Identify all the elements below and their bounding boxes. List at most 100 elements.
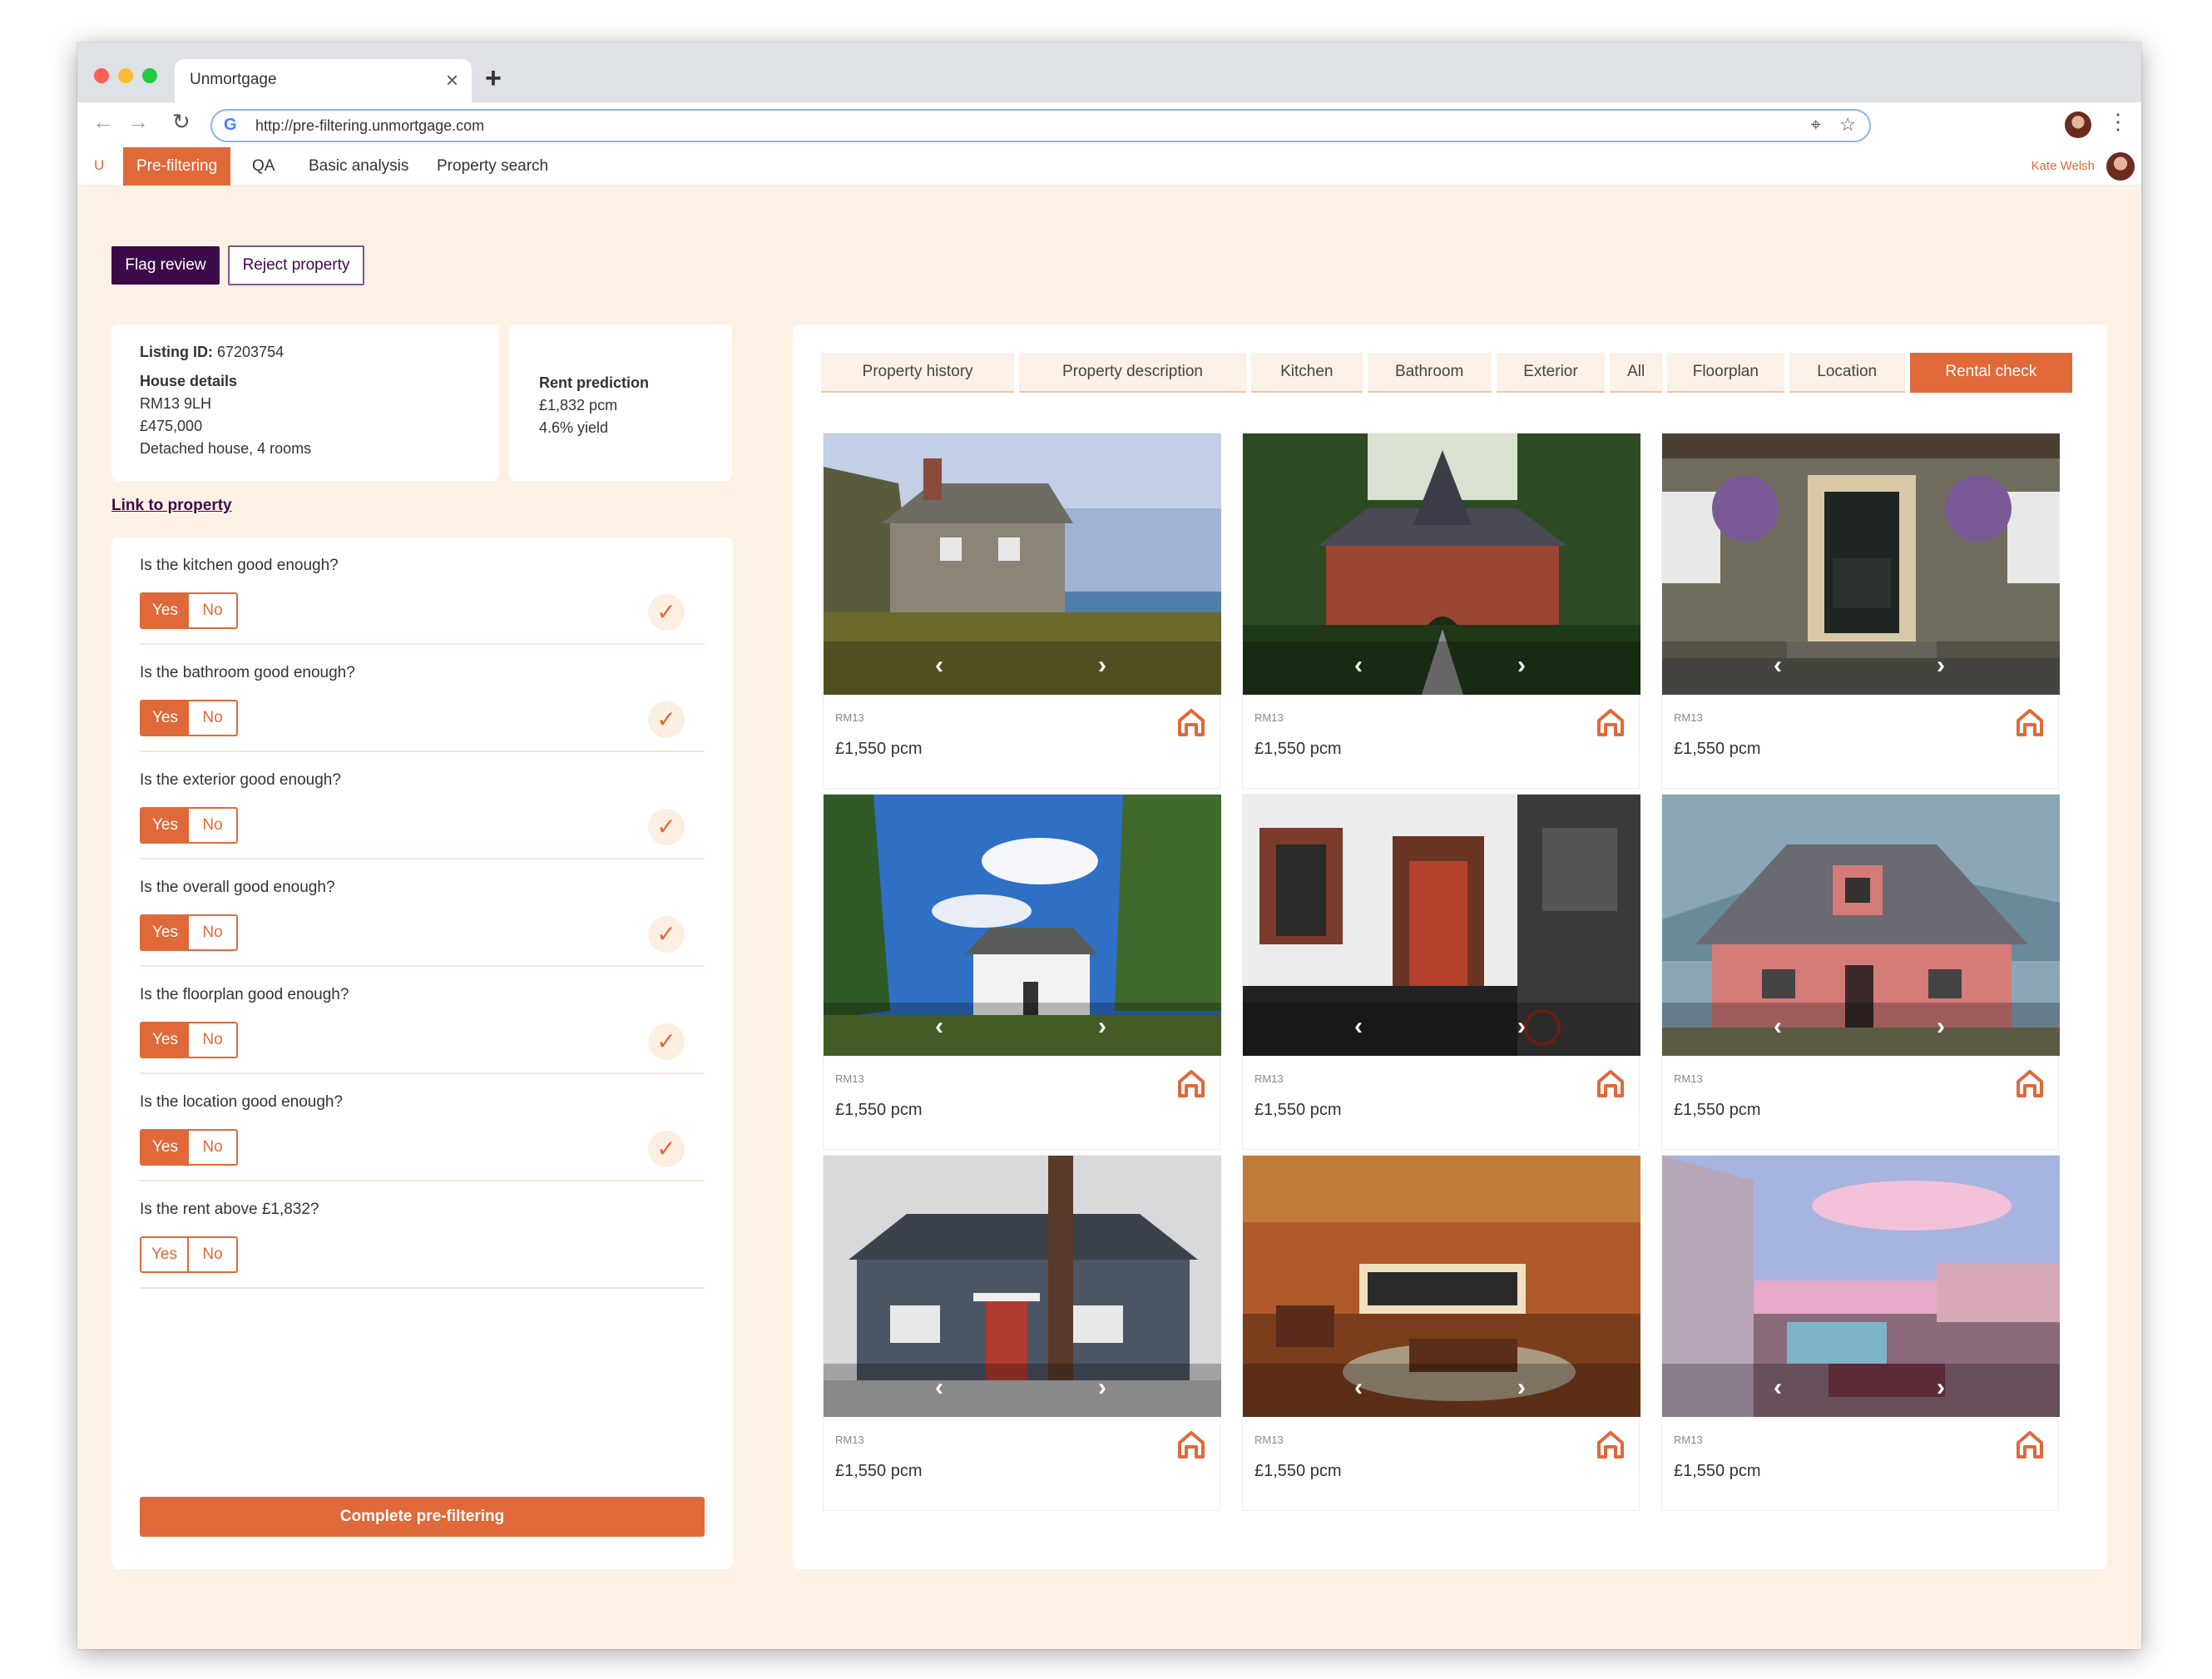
browser-tab[interactable]: Unmortgage × bbox=[175, 59, 472, 102]
tab-kitchen[interactable]: Kitchen bbox=[1250, 353, 1363, 393]
carousel-prev-icon[interactable]: ‹ bbox=[1354, 1374, 1363, 1402]
no-button[interactable]: No bbox=[189, 1131, 236, 1164]
carousel-next-icon[interactable]: › bbox=[1937, 651, 1945, 680]
tab-location[interactable]: Location bbox=[1789, 353, 1905, 393]
nav-item-basic-analysis[interactable]: Basic analysis bbox=[295, 147, 422, 186]
carousel-prev-icon[interactable]: ‹ bbox=[935, 651, 943, 680]
minimize-window-icon[interactable] bbox=[118, 68, 133, 83]
listing-card[interactable]: ‹ › RM13 £1,550 pcm bbox=[1661, 1155, 2060, 1511]
tab-exterior[interactable]: Exterior bbox=[1496, 353, 1606, 393]
question-text: Is the rent above £1,832? bbox=[140, 1201, 319, 1218]
close-window-icon[interactable] bbox=[94, 68, 109, 83]
profile-avatar[interactable] bbox=[2065, 111, 2091, 138]
home-outline-icon[interactable] bbox=[1175, 706, 1208, 744]
listing-photo[interactable]: ‹ › bbox=[824, 433, 1221, 695]
listing-card[interactable]: ‹ › RM13 £1,550 pcm bbox=[823, 1155, 1221, 1511]
carousel-next-icon[interactable]: › bbox=[1937, 1013, 1945, 1041]
carousel-prev-icon[interactable]: ‹ bbox=[1354, 651, 1363, 680]
home-outline-icon[interactable] bbox=[1594, 706, 1627, 744]
listing-card[interactable]: ‹ › RM13 £1,550 pcm bbox=[1242, 433, 1640, 789]
carousel-next-icon[interactable]: › bbox=[1517, 651, 1526, 680]
flag-review-button[interactable]: Flag review bbox=[111, 246, 220, 285]
tab-all[interactable]: All bbox=[1610, 353, 1662, 393]
listing-photo[interactable]: ‹ › bbox=[824, 795, 1221, 1056]
tab-property-history[interactable]: Property history bbox=[821, 353, 1015, 393]
tab-floorplan[interactable]: Floorplan bbox=[1666, 353, 1784, 393]
carousel-prev-icon[interactable]: ‹ bbox=[935, 1013, 943, 1041]
carousel-prev-icon[interactable]: ‹ bbox=[1774, 1013, 1782, 1041]
tab-rental-check[interactable]: Rental check bbox=[1909, 353, 2073, 393]
maximize-window-icon[interactable] bbox=[142, 68, 157, 83]
listing-card[interactable]: ‹ › RM13 £1,550 pcm bbox=[823, 794, 1221, 1150]
tab-close-icon[interactable]: × bbox=[446, 67, 458, 93]
listing-photo[interactable]: ‹ › bbox=[824, 1156, 1221, 1417]
check-icon: ✓ bbox=[648, 916, 685, 953]
home-outline-icon[interactable] bbox=[2013, 1429, 2046, 1466]
listing-photo[interactable]: ‹ › bbox=[1662, 1156, 2060, 1417]
url-text[interactable]: http://pre-filtering.unmortgage.com bbox=[255, 117, 484, 135]
listing-card[interactable]: ‹ › RM13 £1,550 pcm bbox=[823, 433, 1221, 789]
carousel-prev-icon[interactable]: ‹ bbox=[1354, 1013, 1363, 1041]
tab-property-description[interactable]: Property description bbox=[1019, 353, 1246, 393]
listing-card[interactable]: ‹ › RM13 £1,550 pcm bbox=[1242, 794, 1640, 1150]
unmortgage-logo[interactable]: U bbox=[94, 157, 104, 174]
check-icon: ✓ bbox=[648, 594, 685, 631]
location-target-icon[interactable]: ⌖ bbox=[1811, 114, 1821, 136]
no-button[interactable]: No bbox=[189, 701, 236, 735]
listing-card[interactable]: ‹ › RM13 £1,550 pcm bbox=[1242, 1155, 1640, 1511]
carousel-next-icon[interactable]: › bbox=[1517, 1374, 1526, 1402]
carousel-next-icon[interactable]: › bbox=[1937, 1374, 1945, 1402]
home-outline-icon[interactable] bbox=[1175, 1067, 1208, 1105]
reload-icon[interactable]: ↻ bbox=[172, 109, 191, 135]
carousel-next-icon[interactable]: › bbox=[1517, 1013, 1526, 1041]
link-to-property[interactable]: Link to property bbox=[111, 497, 232, 515]
back-arrow-icon[interactable]: ← bbox=[92, 109, 114, 135]
yes-button[interactable]: Yes bbox=[141, 594, 189, 627]
yes-button[interactable]: Yes bbox=[141, 1023, 189, 1057]
yes-button[interactable]: Yes bbox=[141, 916, 189, 949]
user-name[interactable]: Kate Welsh bbox=[2031, 159, 2095, 173]
listing-photo[interactable]: ‹ › bbox=[1243, 433, 1640, 695]
home-outline-icon[interactable] bbox=[1594, 1067, 1627, 1105]
carousel-prev-icon[interactable]: ‹ bbox=[1774, 651, 1782, 680]
browser-menu-icon[interactable]: ⋮ bbox=[2107, 109, 2129, 135]
forward-arrow-icon[interactable]: → bbox=[127, 109, 149, 135]
nav-item-qa[interactable]: QA bbox=[239, 147, 288, 186]
listing-card[interactable]: ‹ › RM13 £1,550 pcm bbox=[1661, 433, 2060, 789]
carousel-next-icon[interactable]: › bbox=[1098, 1374, 1106, 1402]
home-outline-icon[interactable] bbox=[2013, 706, 2046, 744]
yes-button[interactable]: Yes bbox=[141, 701, 189, 735]
home-outline-icon[interactable] bbox=[1594, 1429, 1627, 1466]
user-avatar[interactable] bbox=[2106, 152, 2135, 181]
yes-button[interactable]: Yes bbox=[141, 1238, 189, 1271]
listing-card[interactable]: ‹ › RM13 £1,550 pcm bbox=[1661, 794, 2060, 1150]
no-button[interactable]: No bbox=[189, 809, 236, 842]
rent-prediction-label: Rent prediction bbox=[539, 374, 650, 391]
yes-button[interactable]: Yes bbox=[141, 809, 189, 842]
carousel-next-icon[interactable]: › bbox=[1098, 1013, 1106, 1041]
no-button[interactable]: No bbox=[189, 916, 236, 949]
listing-photo[interactable]: ‹ › bbox=[1243, 795, 1640, 1056]
home-outline-icon[interactable] bbox=[1175, 1429, 1208, 1466]
tab-bathroom[interactable]: Bathroom bbox=[1367, 353, 1492, 393]
nav-item-pre-filtering[interactable]: Pre-filtering bbox=[123, 147, 231, 186]
new-tab-icon[interactable]: + bbox=[485, 62, 502, 95]
yes-button[interactable]: Yes bbox=[141, 1131, 189, 1164]
reject-property-button[interactable]: Reject property bbox=[228, 245, 364, 285]
carousel-prev-icon[interactable]: ‹ bbox=[935, 1374, 943, 1402]
listing-photo[interactable]: ‹ › bbox=[1662, 795, 2060, 1056]
no-button[interactable]: No bbox=[189, 594, 236, 627]
listing-photo[interactable]: ‹ › bbox=[1243, 1156, 1640, 1417]
property-panel: Property history Property description Kitc… bbox=[793, 324, 2107, 1569]
carousel-next-icon[interactable]: › bbox=[1098, 651, 1106, 680]
complete-pre-filtering-button[interactable]: Complete pre-filtering bbox=[140, 1497, 705, 1537]
no-button[interactable]: No bbox=[189, 1023, 236, 1057]
bookmark-star-icon[interactable]: ☆ bbox=[1839, 114, 1856, 136]
listing-photo[interactable]: ‹ › bbox=[1662, 433, 2060, 695]
address-bar[interactable]: G http://pre-filtering.unmortgage.com ⌖ … bbox=[210, 109, 1871, 142]
listing-price: £1,550 pcm bbox=[1254, 740, 1342, 758]
home-outline-icon[interactable] bbox=[2013, 1067, 2046, 1105]
nav-item-property-search[interactable]: Property search bbox=[423, 147, 562, 186]
carousel-prev-icon[interactable]: ‹ bbox=[1774, 1374, 1782, 1402]
no-button[interactable]: No bbox=[189, 1238, 236, 1271]
